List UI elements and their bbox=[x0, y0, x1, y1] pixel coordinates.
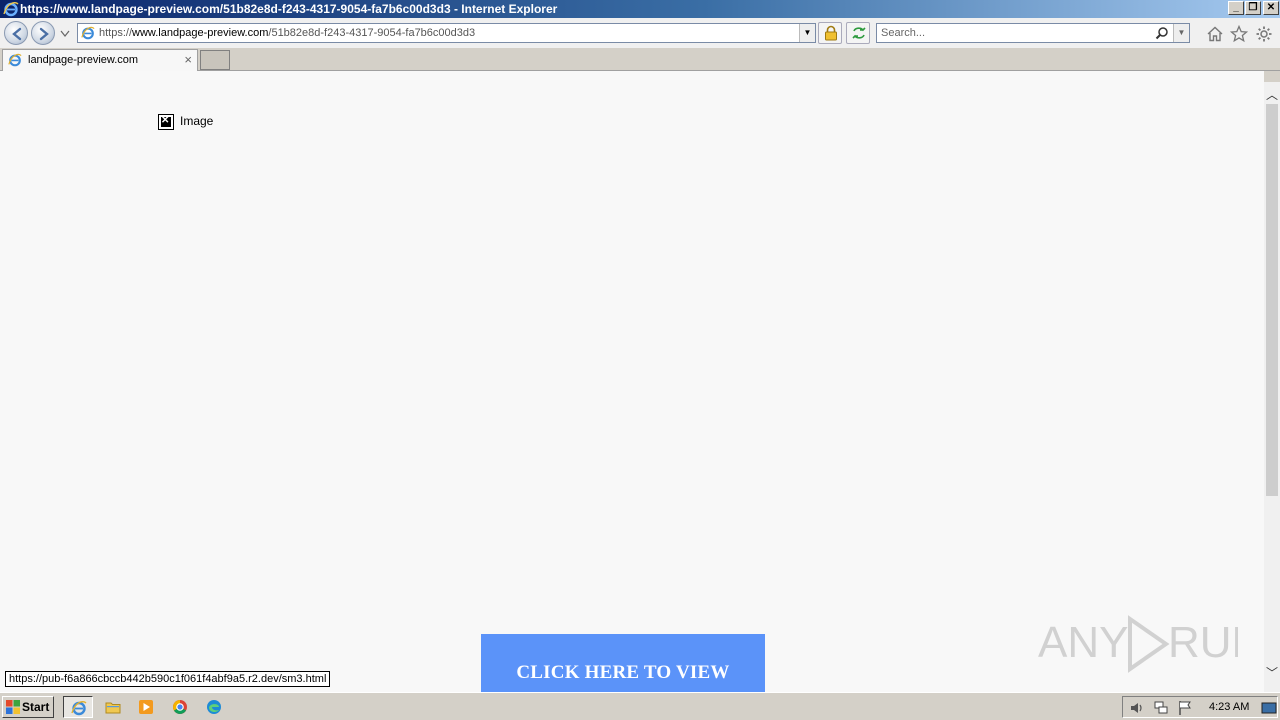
forward-arrow-icon bbox=[39, 27, 49, 41]
security-lock-button[interactable] bbox=[818, 22, 842, 44]
svg-text:RUN: RUN bbox=[1168, 618, 1238, 667]
restore-button[interactable]: ❐ bbox=[1245, 1, 1261, 15]
start-label: Start bbox=[22, 700, 50, 714]
window-title-bar: https://www.landpage-preview.com/51b82e8… bbox=[0, 0, 1280, 18]
scrollbar-thumb[interactable] bbox=[1266, 104, 1278, 496]
address-dropdown-button[interactable]: ▼ bbox=[799, 24, 815, 42]
taskbar-chrome[interactable] bbox=[165, 696, 195, 718]
broken-image-alt-text: Image bbox=[180, 114, 214, 128]
show-desktop-icon[interactable] bbox=[1261, 700, 1277, 716]
url-path: /51b82e8d-f243-4317-9054-fa7b6c00d3d3 bbox=[268, 27, 476, 39]
tab-strip: landpage-preview.com × bbox=[0, 48, 1280, 71]
tab-close-icon[interactable]: × bbox=[184, 50, 192, 70]
search-icon[interactable] bbox=[1155, 26, 1169, 40]
refresh-button[interactable] bbox=[846, 22, 870, 44]
new-tab-button[interactable] bbox=[200, 50, 230, 70]
address-url: https://www.landpage-preview.com/51b82e8… bbox=[99, 24, 475, 42]
folder-icon bbox=[105, 702, 121, 714]
internet-explorer-icon bbox=[3, 2, 19, 17]
tab-landpage-preview[interactable]: landpage-preview.com × bbox=[2, 49, 198, 71]
scroll-up-arrow-icon[interactable]: ︿ bbox=[1264, 86, 1280, 102]
clock[interactable]: 4:23 AM bbox=[1209, 697, 1249, 717]
taskbar-media-player[interactable] bbox=[131, 696, 161, 718]
start-button[interactable]: Start bbox=[2, 696, 54, 718]
recent-pages-dropdown-icon[interactable] bbox=[60, 30, 70, 38]
minimize-button[interactable]: _ bbox=[1228, 1, 1244, 15]
click-here-to-view-button[interactable]: CLICK HERE TO VIEW bbox=[481, 634, 765, 692]
action-center-flag-icon[interactable] bbox=[1177, 700, 1193, 716]
system-tray: 4:23 AM bbox=[1122, 696, 1278, 718]
tab-favicon-icon bbox=[8, 53, 22, 67]
volume-icon[interactable] bbox=[1129, 700, 1145, 716]
navigation-bar: https://www.landpage-preview.com/51b82e8… bbox=[0, 18, 1280, 48]
forward-button[interactable] bbox=[31, 21, 55, 45]
url-scheme: https:// bbox=[99, 27, 133, 39]
image-error-x-icon: ✕ bbox=[161, 115, 170, 126]
windows-logo-icon bbox=[6, 700, 20, 714]
scroll-down-arrow-icon[interactable]: ﹀ bbox=[1264, 664, 1280, 680]
url-host: www.landpage-preview.com bbox=[132, 27, 269, 39]
search-dropdown-button[interactable]: ▼ bbox=[1173, 24, 1189, 42]
taskbar-internet-explorer[interactable] bbox=[63, 696, 93, 718]
page-viewport: ✕ Image CLICK HERE TO VIEW ANY RUN https… bbox=[0, 71, 1264, 692]
taskbar: Start 4:23 AM bbox=[0, 692, 1280, 720]
home-icon[interactable] bbox=[1206, 25, 1224, 43]
settings-gear-icon[interactable] bbox=[1255, 25, 1273, 43]
vertical-scrollbar[interactable]: ︿ ﹀ bbox=[1264, 82, 1280, 692]
search-box: ▼ bbox=[876, 23, 1190, 43]
window-title: https://www.landpage-preview.com/51b82e8… bbox=[20, 2, 558, 16]
page-favicon-icon bbox=[81, 26, 95, 40]
media-player-icon bbox=[139, 700, 153, 714]
chrome-icon bbox=[173, 700, 187, 714]
anyrun-watermark-logo: ANY RUN bbox=[1038, 615, 1238, 673]
back-button[interactable] bbox=[4, 21, 28, 45]
tab-label: landpage-preview.com bbox=[28, 54, 139, 66]
taskbar-file-explorer[interactable] bbox=[98, 696, 128, 718]
address-bar[interactable]: https://www.landpage-preview.com/51b82e8… bbox=[77, 23, 816, 43]
internet-explorer-icon bbox=[71, 701, 87, 716]
status-bar-link-url: https://pub-f6a866cbccb442b590c1f061f4ab… bbox=[5, 671, 331, 687]
refresh-icon bbox=[852, 27, 866, 39]
svg-text:ANY: ANY bbox=[1038, 618, 1128, 667]
edge-icon bbox=[207, 700, 221, 714]
close-window-button[interactable]: ✕ bbox=[1263, 1, 1279, 15]
search-input[interactable] bbox=[877, 24, 1147, 42]
network-icon[interactable] bbox=[1153, 700, 1169, 716]
favorites-star-icon[interactable] bbox=[1230, 25, 1248, 43]
taskbar-edge[interactable] bbox=[199, 696, 229, 718]
back-arrow-icon bbox=[12, 27, 22, 41]
lock-icon bbox=[825, 25, 837, 41]
